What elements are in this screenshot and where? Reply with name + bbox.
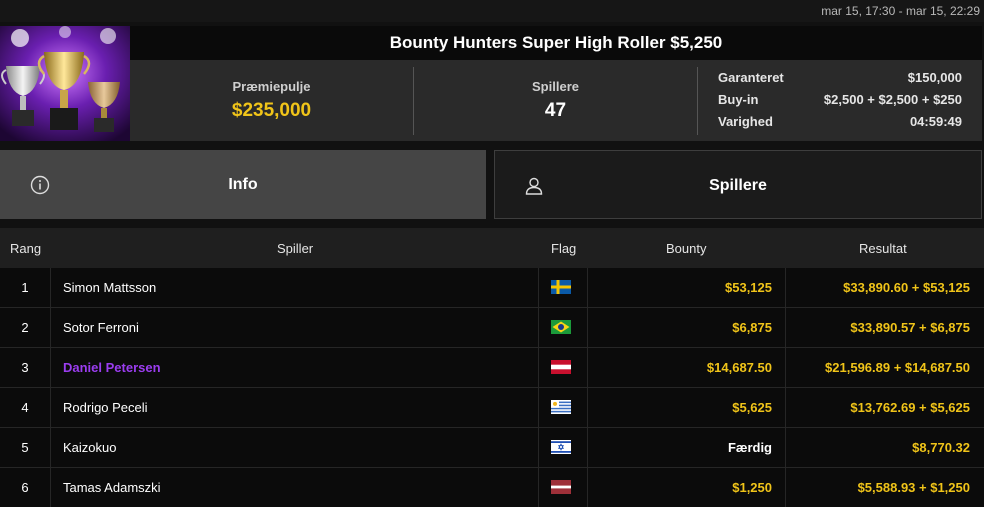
prize-pool-stat: Præmiepulje $235,000: [130, 60, 413, 141]
column-header-flag: Flag: [551, 241, 577, 256]
prize-pool-value: $235,000: [231, 100, 312, 121]
stats-divider: [697, 67, 698, 135]
player-name[interactable]: Kaizokuo: [63, 428, 116, 468]
column-header-bounty: Bounty: [666, 241, 707, 256]
result-cell: $33,890.60 + $53,125: [843, 280, 970, 295]
column-divider: [50, 308, 51, 348]
column-divider: [538, 308, 539, 348]
rank-cell: 5: [21, 440, 29, 455]
tournament-title: Bounty Hunters Super High Roller $5,250: [389, 33, 723, 52]
results-table-header: Rang Spiller Flag Bounty Resultat: [0, 228, 984, 268]
guaranteed-label: Garanteret: [718, 70, 784, 85]
column-divider: [50, 268, 51, 308]
column-divider: [538, 268, 539, 308]
players-stat: Spillere 47: [414, 60, 697, 141]
bounty-cell: $6,875: [732, 320, 772, 335]
column-divider: [538, 388, 539, 428]
column-divider: [538, 348, 539, 388]
table-row[interactable]: 4 Rodrigo Peceli $5,625 $13,762.69 + $5,…: [0, 388, 984, 428]
bounty-cell: $5,625: [732, 400, 772, 415]
players-count-label: Spillere: [532, 79, 579, 94]
guaranteed-value: $150,000: [907, 70, 962, 85]
column-divider: [50, 468, 51, 507]
column-header-rank: Rang: [10, 241, 42, 256]
tab-info-label: Info: [228, 176, 258, 193]
date-range: mar 15, 17:30 - mar 15, 22:29: [821, 4, 980, 18]
table-row[interactable]: 2 Sotor Ferroni $6,875 $33,890.57 + $6,8…: [0, 308, 984, 348]
bounty-status-cell: Færdig: [727, 440, 772, 455]
guaranteed-row: Garanteret $150,000: [718, 68, 962, 88]
column-header-player: Spiller: [277, 241, 314, 256]
tab-info[interactable]: Info: [0, 150, 486, 219]
buy-in-value: $2,500 + $2,500 + $250: [823, 92, 962, 107]
latvia-flag-icon: [551, 480, 571, 494]
date-range-bar: mar 15, 17:30 - mar 15, 22:29: [0, 0, 984, 22]
result-cell: $21,596.89 + $14,687.50: [825, 360, 970, 375]
rank-cell: 3: [21, 360, 29, 375]
player-name[interactable]: Sotor Ferroni: [63, 308, 139, 348]
tournament-stats-panel: Præmiepulje $235,000 Spillere 47 Garante…: [130, 60, 982, 141]
result-cell: $8,770.32: [912, 440, 970, 455]
bounty-cell: $53,125: [725, 280, 772, 295]
table-row[interactable]: 1 Simon Mattsson $53,125 $33,890.60 + $5…: [0, 268, 984, 308]
table-row[interactable]: 5 Kaizokuo Færdig $8,770.32: [0, 428, 984, 468]
players-count-value: 47: [544, 100, 567, 121]
tab-players[interactable]: Spillere: [494, 150, 982, 219]
player-name-current-user[interactable]: Daniel Petersen: [63, 348, 161, 388]
rank-cell: 4: [21, 400, 29, 415]
sweden-flag-icon: [551, 280, 571, 294]
table-row[interactable]: 3 Daniel Petersen $14,687.50 $21,596.89 …: [0, 348, 984, 388]
buy-in-label: Buy-in: [718, 92, 759, 107]
austria-flag-icon: [551, 360, 571, 374]
result-cell: $13,762.69 + $5,625: [850, 400, 970, 415]
buy-in-row: Buy-in $2,500 + $2,500 + $250: [718, 90, 962, 110]
column-divider: [538, 468, 539, 507]
player-name[interactable]: Simon Mattsson: [63, 268, 156, 308]
duration-value: 04:59:49: [909, 114, 962, 129]
rank-cell: 6: [21, 480, 29, 495]
table-row[interactable]: 6 Tamas Adamszki $1,250 $5,588.93 + $1,2…: [0, 468, 984, 507]
rank-cell: 1: [21, 280, 29, 295]
rank-cell: 2: [21, 320, 29, 335]
prize-pool-label: Præmiepulje: [232, 79, 311, 94]
brazil-flag-icon: [551, 320, 571, 334]
column-header-result: Resultat: [859, 241, 907, 256]
israel-flag-icon: [551, 440, 571, 454]
tournament-title-bar: Bounty Hunters Super High Roller $5,250: [130, 26, 982, 60]
duration-label: Varighed: [718, 114, 773, 129]
result-cell: $33,890.57 + $6,875: [850, 320, 970, 335]
column-divider: [538, 428, 539, 468]
uruguay-flag-icon: [551, 400, 571, 414]
player-name[interactable]: Rodrigo Peceli: [63, 388, 148, 428]
tournament-trophy-image: [0, 26, 130, 141]
player-name[interactable]: Tamas Adamszki: [63, 468, 161, 507]
tab-players-label: Spillere: [709, 177, 767, 194]
bounty-cell: $14,687.50: [706, 360, 772, 375]
bounty-cell: $1,250: [732, 480, 772, 495]
column-divider: [50, 388, 51, 428]
results-table-body: 1 Simon Mattsson $53,125 $33,890.60 + $5…: [0, 268, 984, 507]
duration-row: Varighed 04:59:49: [718, 112, 962, 132]
result-cell: $5,588.93 + $1,250: [857, 480, 970, 495]
column-divider: [50, 348, 51, 388]
column-divider: [50, 428, 51, 468]
